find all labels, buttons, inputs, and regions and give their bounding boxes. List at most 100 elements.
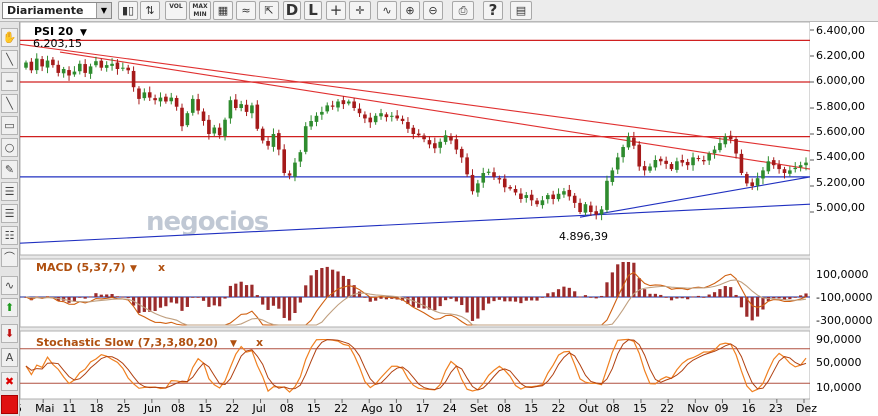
- macd-histogram-bar: [643, 289, 647, 297]
- candle-body: [578, 202, 582, 212]
- export-icon[interactable]: ⇱: [259, 1, 279, 20]
- macd-histogram-bar: [261, 297, 265, 305]
- macd-histogram-bar: [126, 297, 130, 299]
- zigzag-icon[interactable]: ∿: [1, 276, 18, 295]
- circle-icon[interactable]: ○: [1, 138, 18, 157]
- text-icon[interactable]: A: [1, 348, 18, 367]
- hand-icon[interactable]: ✋: [1, 28, 18, 47]
- indicator-icon[interactable]: ∿: [377, 1, 397, 20]
- x-tick-label: 18: [90, 402, 104, 415]
- candlestick-icon[interactable]: ▮▯: [118, 1, 138, 20]
- candle-body: [180, 107, 184, 127]
- drawing-tools: ✋ ╲ ─ ╲ ▭ ○ ✎ ☰ ☰ ☷ ⌒ ∿ ⬆ ⬇ A ✖: [0, 22, 20, 416]
- candle-body: [605, 180, 609, 210]
- print-icon[interactable]: ⎙: [452, 1, 474, 20]
- volume-label: VOL: [169, 3, 183, 10]
- macd-histogram-bar: [180, 297, 184, 311]
- candle-body: [368, 117, 373, 123]
- maxmin-button[interactable]: MAX MIN: [189, 1, 211, 20]
- candle-body: [599, 209, 604, 215]
- macd-settings-icon[interactable]: ▼: [130, 264, 137, 274]
- macd-histogram-bar: [78, 297, 82, 298]
- candle-body: [777, 164, 781, 170]
- x-tick-label: 11: [62, 402, 76, 415]
- x-tick-label: Nov: [687, 402, 709, 415]
- volume-button[interactable]: VOL: [165, 1, 187, 20]
- compare-icon[interactable]: ≈: [236, 1, 256, 20]
- zoom-in-icon[interactable]: ⊕: [400, 1, 420, 20]
- fib-fan-icon[interactable]: ☰: [1, 204, 18, 223]
- fib-time-icon[interactable]: ☷: [1, 226, 18, 245]
- x-tick-label: 08: [606, 402, 620, 415]
- x-tick-label: 22: [551, 402, 565, 415]
- candle-body: [648, 166, 652, 171]
- candle-body: [626, 136, 631, 148]
- candle-body: [459, 148, 464, 158]
- candle-body: [621, 147, 625, 158]
- macd-panel: [20, 258, 811, 328]
- candle-body: [465, 157, 469, 175]
- grid-icon[interactable]: ▦: [213, 1, 233, 20]
- daily-button[interactable]: D: [283, 1, 301, 20]
- pencil-icon[interactable]: ✎: [1, 160, 18, 179]
- macd-histogram-bar: [621, 262, 625, 297]
- macd-histogram-bar: [610, 272, 614, 297]
- candle-body: [637, 144, 642, 167]
- candle-body: [153, 98, 157, 101]
- min-label: 4.896,39: [559, 230, 608, 243]
- macd-histogram-bar: [153, 297, 157, 311]
- candle-body: [723, 136, 728, 145]
- cursor-icon[interactable]: ✛: [349, 1, 371, 20]
- help-button[interactable]: ?: [483, 1, 503, 20]
- maxmin-label: MAX MIN: [192, 3, 208, 18]
- x-tick-label: 24: [443, 402, 457, 415]
- candle-body: [395, 115, 399, 119]
- macd-histogram-bar: [212, 297, 216, 306]
- x-tick-label: 25: [117, 402, 131, 415]
- candle-body: [481, 173, 486, 183]
- candle-body: [712, 149, 717, 154]
- macd-histogram-bar: [379, 297, 383, 299]
- candle-body: [745, 174, 749, 184]
- arc-icon[interactable]: ⌒: [1, 248, 18, 267]
- stoch-close-button[interactable]: x: [256, 336, 263, 349]
- crosshair-button[interactable]: +: [326, 1, 346, 20]
- zoom-out-icon[interactable]: ⊖: [423, 1, 443, 20]
- period-select[interactable]: Diariamente ▼: [2, 2, 112, 19]
- book-icon[interactable]: ▤: [510, 1, 532, 20]
- channel-icon[interactable]: ╲: [1, 94, 18, 113]
- chart-type-icon[interactable]: ⇅: [140, 1, 160, 20]
- watermark: negocios: [146, 207, 269, 237]
- candle-body: [164, 96, 168, 102]
- macd-histogram-bar: [519, 297, 523, 304]
- x-tick-label: 09: [714, 402, 728, 415]
- macd-histogram-bar: [680, 297, 684, 299]
- chart-area[interactable]: negocios 6.400,00 6.200,00 6.000,00 5.80…: [20, 22, 878, 416]
- y-tick-label: 5.200,00: [816, 176, 865, 189]
- macd-histogram-bar: [363, 297, 367, 298]
- macd-histogram-bar: [454, 297, 458, 302]
- stoch-settings-icon[interactable]: ▼: [230, 339, 237, 349]
- arrow-up-icon[interactable]: ⬆: [1, 298, 18, 317]
- macd-histogram-bar: [723, 286, 727, 297]
- candle-body: [266, 141, 270, 146]
- delete-icon[interactable]: ✖: [1, 372, 18, 391]
- trendline-icon[interactable]: ╲: [1, 50, 18, 69]
- x-tick-label: 17: [416, 402, 430, 415]
- candle-body: [34, 58, 39, 71]
- candle-body: [513, 188, 518, 193]
- macd-histogram-bar: [449, 297, 453, 299]
- rectangle-icon[interactable]: ▭: [1, 116, 18, 135]
- color-swatch-icon[interactable]: [1, 395, 18, 414]
- line-button[interactable]: L: [304, 1, 322, 20]
- macd-histogram-bar: [191, 297, 195, 298]
- hline-icon[interactable]: ─: [1, 72, 18, 91]
- arrow-down-icon[interactable]: ⬇: [1, 324, 18, 343]
- candle-body: [336, 101, 340, 108]
- macd-histogram-bar: [277, 297, 281, 309]
- candle-body: [212, 127, 217, 134]
- fib-icon[interactable]: ☰: [1, 182, 18, 201]
- macd-histogram-bar: [530, 297, 534, 301]
- x-tick-label: 22: [225, 402, 239, 415]
- macd-close-button[interactable]: x: [158, 261, 165, 274]
